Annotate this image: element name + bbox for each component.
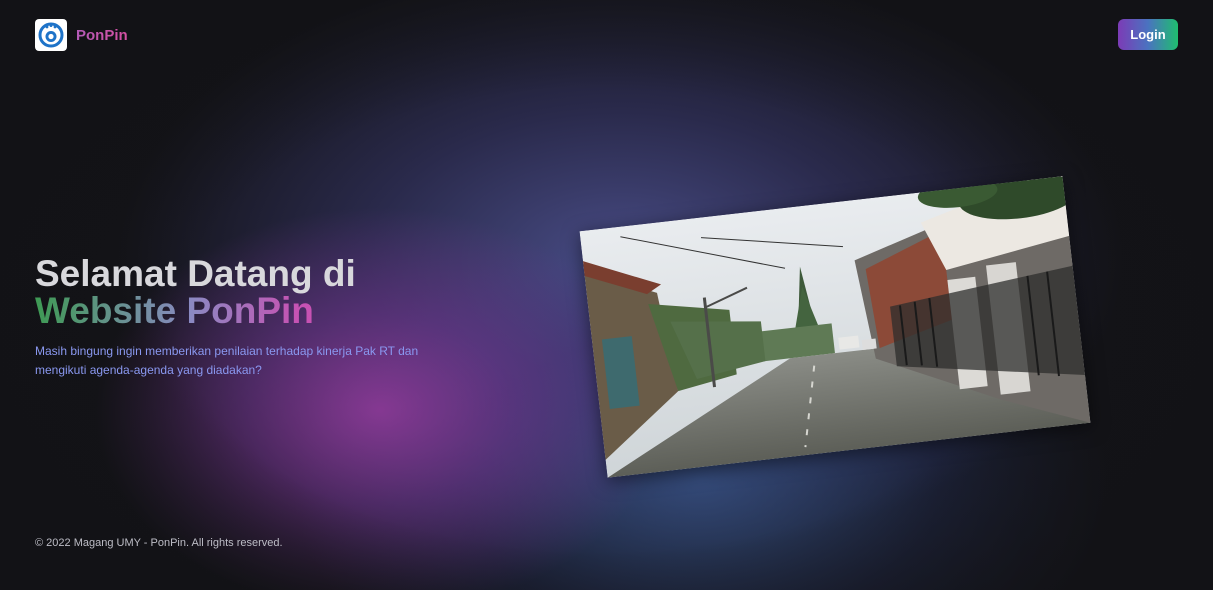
hero-title-line2: Website PonPin <box>35 292 475 329</box>
navbar: PonPin Login <box>0 0 1213 70</box>
hero-title: Selamat Datang di Website PonPin <box>35 255 475 329</box>
hero-title-line1: Selamat Datang di <box>35 253 356 294</box>
hero-section: Selamat Datang di Website PonPin Masih b… <box>35 255 475 380</box>
brand-name: PonPin <box>76 26 128 44</box>
hero-description: Masih bingung ingin memberikan penilaian… <box>35 344 419 377</box>
brand-link[interactable]: PonPin <box>35 19 128 51</box>
footer-copyright: © 2022 Magang UMY - PonPin. All rights r… <box>35 537 283 549</box>
login-button[interactable]: Login <box>1118 19 1178 50</box>
ponpin-logo-icon <box>35 19 67 51</box>
